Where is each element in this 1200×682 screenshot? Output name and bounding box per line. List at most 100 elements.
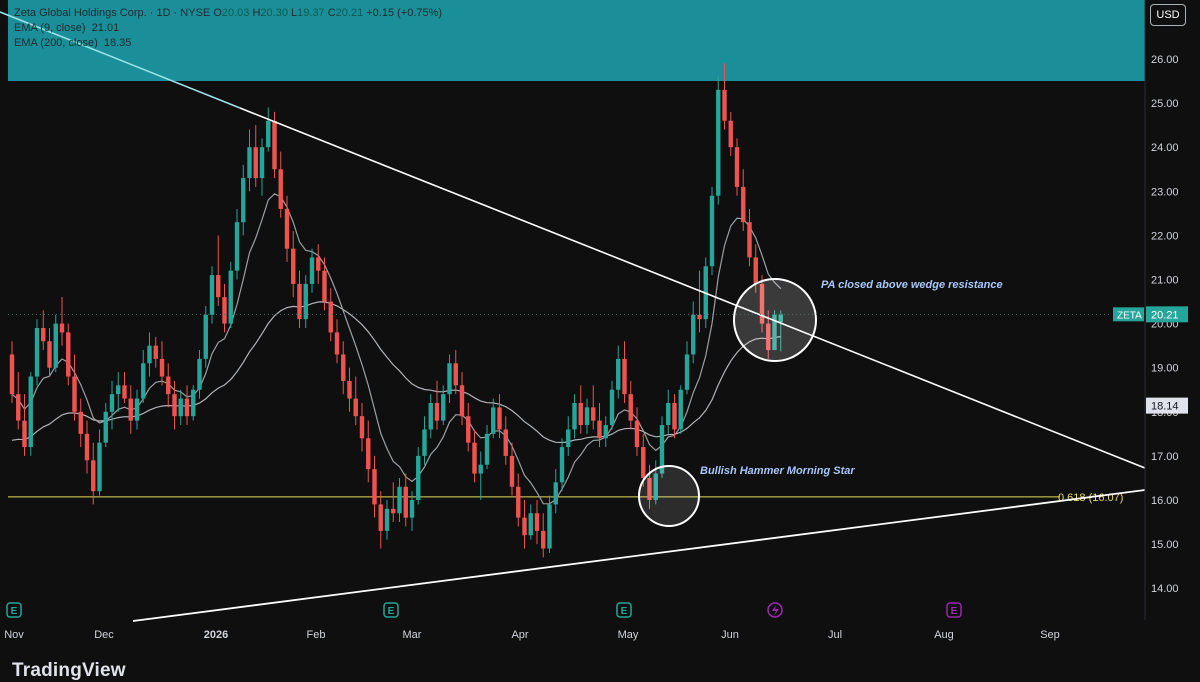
price-tick-label: 25.00 <box>1151 98 1179 110</box>
time-tick-label: Jun <box>721 629 739 641</box>
candle-body <box>178 398 183 417</box>
candle-body <box>191 389 196 417</box>
candle-body <box>291 248 296 284</box>
ema-200-legend[interactable]: EMA (200, close) 18.35 <box>14 36 442 51</box>
candle-body <box>447 363 452 395</box>
candle-body <box>197 358 202 390</box>
time-tick-label: Apr <box>511 629 528 641</box>
ema-9-legend[interactable]: EMA (9, close) 21.01 <box>14 21 442 36</box>
price-tick-label: 26.00 <box>1151 54 1179 66</box>
symbol-title: Zeta Global Holdings Corp. · 1D · NYSE <box>14 7 211 19</box>
candle-body <box>622 358 627 395</box>
hammer-annotation: Bullish Hammer Morning Star <box>700 465 855 477</box>
candle-body <box>216 275 221 298</box>
candle-body <box>222 297 227 324</box>
candle-body <box>359 416 365 439</box>
candle-body <box>616 358 621 390</box>
last-price-text: 20.21 <box>1151 309 1179 321</box>
candle-body <box>228 270 233 324</box>
candle-body <box>628 394 633 421</box>
currency-button[interactable]: USD <box>1150 4 1186 26</box>
candle-body <box>153 345 158 359</box>
price-tick-label: 23.00 <box>1151 186 1179 198</box>
candle-body <box>497 407 502 430</box>
time-tick-label: Aug <box>934 629 954 641</box>
candle-body <box>116 385 121 395</box>
ohlc-value-c: 20.21 <box>335 7 364 19</box>
candle-body <box>34 328 40 377</box>
candle-body <box>528 513 533 536</box>
time-tick-label: Jul <box>828 629 842 641</box>
ohlc-value-h: 20.30 <box>260 7 288 19</box>
chart-background <box>0 0 1200 675</box>
candle-body <box>478 464 483 474</box>
tradingview-brand: TradingView <box>12 660 126 681</box>
candle-body <box>328 301 333 333</box>
candle-body <box>16 394 21 421</box>
candle-body <box>472 442 477 474</box>
candle-body <box>259 147 265 179</box>
candle-body <box>634 420 640 448</box>
time-tick-label: Nov <box>4 629 24 641</box>
candle-body <box>609 389 615 426</box>
candle-body <box>672 402 677 430</box>
candle-body <box>41 328 46 342</box>
ohlc-key-c: C <box>324 7 336 19</box>
price-tick-label: 15.00 <box>1151 539 1179 551</box>
time-tick-label: Feb <box>307 629 326 641</box>
candle-body <box>553 482 558 505</box>
price-chart[interactable]: 0.618 (16.07) PA closed above wedge resi… <box>0 0 1200 675</box>
candle-body <box>641 447 646 478</box>
candle-body <box>534 513 540 531</box>
candle-body <box>341 354 346 381</box>
candle-body <box>159 358 165 377</box>
candle-body <box>353 398 358 417</box>
candle-body <box>166 376 171 395</box>
candle-body <box>409 500 415 518</box>
price-tick-label: 17.00 <box>1151 451 1179 463</box>
candle-body <box>272 120 277 170</box>
chart-legend: Zeta Global Holdings Corp. · 1D · NYSE O… <box>14 6 442 51</box>
candle-body <box>509 455 515 487</box>
candle-body <box>278 169 283 209</box>
breakout-circle <box>733 278 817 362</box>
candle-body <box>578 402 583 426</box>
candle-body <box>22 420 27 448</box>
candle-body <box>522 517 527 536</box>
earnings-event-icon-glyph: E <box>621 606 628 617</box>
candle-body <box>691 314 696 355</box>
candle-body <box>547 504 552 549</box>
candle-body <box>722 89 727 121</box>
price-tick-label: 24.00 <box>1151 142 1179 154</box>
ema-9-value: 21.01 <box>91 22 120 34</box>
symbol-row: Zeta Global Holdings Corp. · 1D · NYSE O… <box>14 6 442 21</box>
ohlc-value-o: 20.03 <box>221 7 250 19</box>
candle-body <box>103 411 108 443</box>
symbol-tag-text: ZETA <box>1117 310 1142 321</box>
candle-body <box>9 354 15 395</box>
candle-body <box>128 398 133 421</box>
ema-200-label: EMA (200, close) <box>14 37 98 49</box>
candle-body <box>603 425 608 439</box>
candle-body <box>378 504 383 531</box>
candle-body <box>391 508 396 514</box>
candle-body <box>484 433 490 465</box>
candle-body <box>134 398 140 421</box>
ema-200-tag-text: 18.14 <box>1151 401 1179 413</box>
candle-body <box>241 178 246 223</box>
candle-body <box>697 314 702 320</box>
candle-body <box>572 402 577 430</box>
earnings-event-icon-glyph: E <box>388 606 395 617</box>
candle-body <box>584 407 590 426</box>
candle-body <box>234 222 240 271</box>
candle-body <box>422 429 427 456</box>
candle-body <box>428 402 433 430</box>
candle-body <box>72 376 77 412</box>
candle-body <box>141 363 146 399</box>
candle-body <box>741 186 746 223</box>
tradingview-logo: TradingView <box>12 660 126 682</box>
candle-body <box>47 341 52 368</box>
candle-body <box>491 407 496 434</box>
candle-body <box>209 275 215 315</box>
candle-body <box>122 385 127 399</box>
